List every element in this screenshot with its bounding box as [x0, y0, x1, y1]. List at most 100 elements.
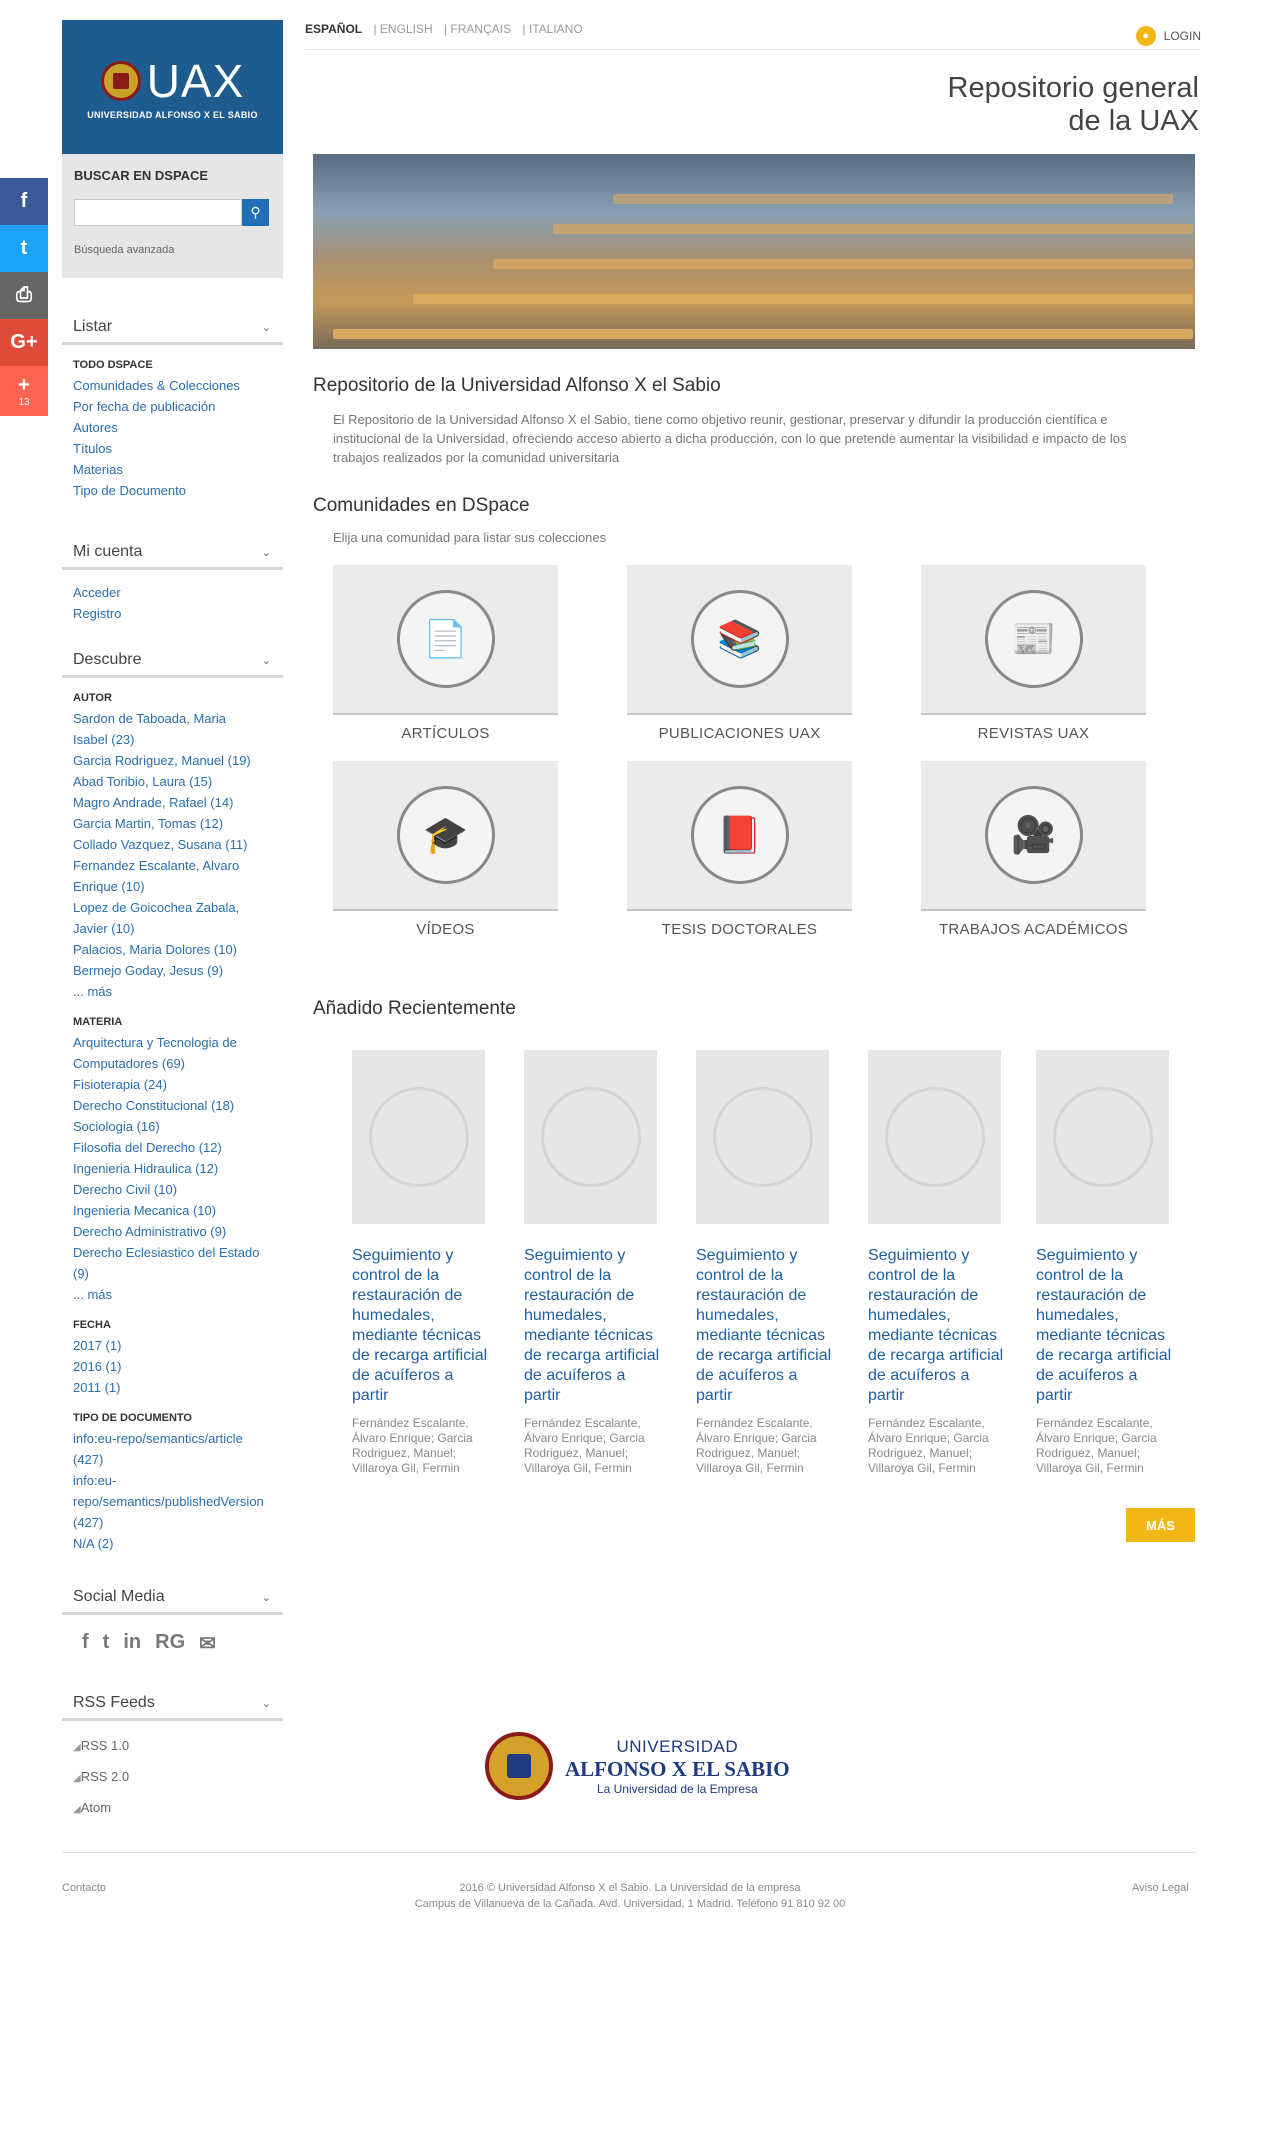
author-facet-item[interactable]: Collado Vazquez, Susana (11) — [73, 834, 283, 855]
author-facet-item[interactable]: Palacios, Maria Dolores (10) — [73, 939, 283, 960]
footer-logo[interactable]: UNIVERSIDAD ALFONSO X EL SABIO La Univer… — [485, 1732, 790, 1800]
seal-placeholder-icon — [368, 1087, 469, 1187]
date-facet-item[interactable]: 2017 (1) — [73, 1335, 283, 1356]
item-authors: Fernández Escalante, Álvaro Enrique; Gar… — [868, 1416, 989, 1475]
account-section: Mi cuenta ⌄ Acceder Registro — [62, 543, 283, 624]
subject-facet-item[interactable]: Sociologia (16) — [73, 1116, 283, 1137]
item-thumbnail[interactable] — [1036, 1050, 1169, 1224]
item-thumbnail[interactable] — [868, 1050, 1001, 1224]
facebook-icon[interactable]: f — [82, 1631, 89, 1656]
date-facet-list: 2017 (1) 2016 (1) 2011 (1) — [62, 1335, 283, 1398]
item-thumbnail[interactable] — [524, 1050, 657, 1224]
subject-facet-item[interactable]: Ingenieria Hidraulica (12) — [73, 1158, 283, 1179]
twitter-share-icon[interactable]: t — [0, 225, 48, 272]
lang-es[interactable]: ESPAÑOL — [305, 22, 362, 36]
chevron-down-icon[interactable]: ⌄ — [262, 1697, 271, 1710]
more-button[interactable]: MÁS — [1126, 1508, 1195, 1542]
linkedin-icon[interactable]: in — [123, 1631, 141, 1656]
subject-facet-item[interactable]: Derecho Administrativo (9) — [73, 1221, 283, 1242]
browse-item[interactable]: Tipo de Documento — [73, 480, 283, 501]
subject-facet-item[interactable]: Filosofia del Derecho (12) — [73, 1137, 283, 1158]
doctype-facet-item[interactable]: info:eu-repo/semantics/publishedVersion … — [73, 1470, 283, 1533]
recent-item[interactable]: Seguimiento y control de la restauración… — [524, 1050, 664, 1476]
chevron-down-icon[interactable]: ⌄ — [262, 1591, 271, 1604]
facebook-share-icon[interactable]: f — [0, 178, 48, 225]
date-facet-item[interactable]: 2016 (1) — [73, 1356, 283, 1377]
browse-item[interactable]: Materias — [73, 459, 283, 480]
recent-item[interactable]: Seguimiento y control de la restauración… — [868, 1050, 1008, 1476]
lang-en[interactable]: ENGLISH — [380, 22, 433, 36]
community-theses[interactable]: 📕 TESIS DOCTORALES — [627, 761, 852, 938]
login-button[interactable]: ● LOGIN — [1135, 22, 1201, 49]
subject-more-link[interactable]: ... más — [73, 1284, 283, 1305]
recent-item[interactable]: Seguimiento y control de la restauración… — [696, 1050, 836, 1476]
browse-item[interactable]: Títulos — [73, 438, 283, 459]
author-more-link[interactable]: ... más — [73, 981, 283, 1002]
author-facet-item[interactable]: Magro Andrade, Rafael (14) — [73, 792, 283, 813]
legal-link[interactable]: Aviso Legal — [1132, 1882, 1189, 1894]
rss-feed-link[interactable]: RSS 2.0 — [73, 1762, 283, 1793]
search-input[interactable] — [74, 199, 242, 226]
author-facet-item[interactable]: Bermejo Goday, Jesus (9) — [73, 960, 283, 981]
discover-header[interactable]: Descubre ⌄ — [62, 651, 283, 678]
browse-item[interactable]: Autores — [73, 417, 283, 438]
account-header[interactable]: Mi cuenta ⌄ — [62, 543, 283, 570]
author-facet-item[interactable]: Fernandez Escalante, Alvaro Enrique (10) — [73, 855, 283, 897]
subject-facet-item[interactable]: Ingenieria Mecanica (10) — [73, 1200, 283, 1221]
chevron-down-icon[interactable]: ⌄ — [262, 321, 271, 334]
twitter-icon[interactable]: t — [103, 1631, 110, 1656]
language-bar: ESPAÑOL | ENGLISH | FRANÇAIS | ITALIANO … — [305, 22, 1201, 50]
register-link[interactable]: Registro — [73, 603, 283, 624]
item-thumbnail[interactable] — [696, 1050, 829, 1224]
author-facet-item[interactable]: Lopez de Goicochea Zabala, Javier (10) — [73, 897, 283, 939]
subject-facet-item[interactable]: Derecho Civil (10) — [73, 1179, 283, 1200]
community-journals[interactable]: 📰 REVISTAS UAX — [921, 565, 1146, 742]
researchgate-icon[interactable]: RG — [155, 1631, 185, 1656]
item-thumbnail[interactable] — [352, 1050, 485, 1224]
google-plus-share-icon[interactable]: G+ — [0, 319, 48, 366]
community-videos[interactable]: 🎓 VÍDEOS — [333, 761, 558, 938]
more-share-icon[interactable]: +13 — [0, 366, 48, 416]
subject-facet-item[interactable]: Fisioterapia (24) — [73, 1074, 283, 1095]
chevron-down-icon[interactable]: ⌄ — [262, 654, 271, 667]
community-articles[interactable]: 📄 ARTÍCULOS — [333, 565, 558, 742]
author-facet-item[interactable]: Abad Toribio, Laura (15) — [73, 771, 283, 792]
subject-facet-item[interactable]: Arquitectura y Tecnologia de Computadore… — [73, 1032, 283, 1074]
subject-facet-item[interactable]: Derecho Eclesiastico del Estado (9) — [73, 1242, 283, 1284]
item-title[interactable]: Seguimiento y control de la restauración… — [1036, 1246, 1176, 1406]
contact-link[interactable]: Contacto — [62, 1882, 106, 1894]
browse-item[interactable]: Por fecha de publicación — [73, 396, 283, 417]
search-icon[interactable]: ⚲ — [242, 199, 269, 226]
item-title[interactable]: Seguimiento y control de la restauración… — [868, 1246, 1008, 1406]
social-header[interactable]: Social Media ⌄ — [62, 1588, 283, 1615]
date-facet-item[interactable]: 2011 (1) — [73, 1377, 283, 1398]
community-publications[interactable]: 📚 PUBLICACIONES UAX — [627, 565, 852, 742]
login-link[interactable]: Acceder — [73, 582, 283, 603]
browse-header[interactable]: Listar ⌄ — [62, 318, 283, 345]
author-facet-item[interactable]: Garcia Rodriguez, Manuel (19) — [73, 750, 283, 771]
author-facet-item[interactable]: Garcia Martin, Tomas (12) — [73, 813, 283, 834]
recent-item[interactable]: Seguimiento y control de la restauración… — [352, 1050, 492, 1476]
rss-header[interactable]: RSS Feeds ⌄ — [62, 1694, 283, 1721]
doctype-facet-item[interactable]: N/A (2) — [73, 1533, 283, 1554]
seal-placeholder-icon — [884, 1087, 985, 1187]
chevron-down-icon[interactable]: ⌄ — [262, 546, 271, 559]
email-icon[interactable]: ✉ — [199, 1631, 216, 1656]
subject-facet-item[interactable]: Derecho Constitucional (18) — [73, 1095, 283, 1116]
item-title[interactable]: Seguimiento y control de la restauración… — [352, 1246, 492, 1406]
item-authors: Fernández Escalante, Álvaro Enrique; Gar… — [524, 1416, 645, 1475]
lang-fr[interactable]: FRANÇAIS — [450, 22, 511, 36]
advanced-search-link[interactable]: Búsqueda avanzada — [74, 244, 271, 256]
community-academic-works[interactable]: 🎥 TRABAJOS ACADÉMICOS — [921, 761, 1146, 938]
doctype-facet-item[interactable]: info:eu-repo/semantics/article (427) — [73, 1428, 283, 1470]
browse-item[interactable]: Comunidades & Colecciones — [73, 375, 283, 396]
rss-feed-link[interactable]: RSS 1.0 — [73, 1731, 283, 1762]
rss-feed-link[interactable]: Atom — [73, 1793, 283, 1824]
author-facet-item[interactable]: Sardon de Taboada, Maria Isabel (23) — [73, 708, 283, 750]
print-icon[interactable]: ⎙ — [0, 272, 48, 319]
recent-item[interactable]: Seguimiento y control de la restauración… — [1036, 1050, 1176, 1476]
uax-logo[interactable]: UAX UNIVERSIDAD ALFONSO X EL SABIO — [62, 20, 283, 154]
lang-it[interactable]: ITALIANO — [529, 22, 583, 36]
item-title[interactable]: Seguimiento y control de la restauración… — [524, 1246, 664, 1406]
item-title[interactable]: Seguimiento y control de la restauración… — [696, 1246, 836, 1406]
